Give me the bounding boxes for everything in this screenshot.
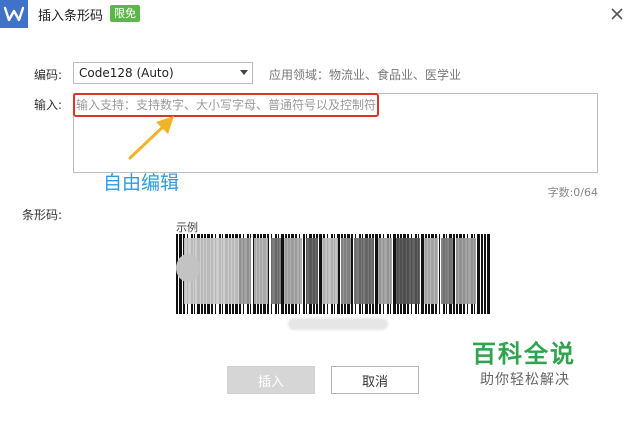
annotation-arrow-icon [128, 116, 174, 160]
char-count: 字数:0/64 [547, 186, 598, 199]
chevron-down-icon [240, 70, 248, 75]
encoding-label: 编码: [34, 68, 63, 82]
sample-label: 示例 [176, 221, 198, 234]
wps-logo-icon [0, 0, 28, 28]
cancel-button[interactable]: 取消 [331, 366, 419, 394]
barcode-label: 条形码: [22, 208, 63, 222]
encoding-select[interactable]: Code128 (Auto) [73, 62, 253, 84]
watermark-title: 百科全说 [472, 340, 576, 368]
barcode-preview [176, 234, 490, 314]
free-badge: 限免 [110, 5, 140, 22]
encoding-hint: 应用领域：物流业、食品业、医学业 [269, 68, 462, 82]
insert-button[interactable]: 插入 [227, 366, 315, 394]
dialog-title: 插入条形码 [38, 9, 104, 24]
annotation-text: 自由编辑 [103, 172, 180, 194]
input-label: 输入: [34, 98, 63, 112]
encoding-selected-value: Code128 (Auto) [79, 66, 174, 80]
watermark-subtitle: 助你轻松解决 [480, 372, 570, 388]
close-icon[interactable] [608, 5, 626, 23]
barcode-image [176, 234, 490, 314]
insert-barcode-dialog: 插入条形码 限免 编码: Code128 (Auto) 应用领域：物流业、食品业… [0, 0, 636, 421]
title-bar: 插入条形码 限免 [0, 0, 636, 30]
barcode-caption-blurred [288, 318, 388, 330]
highlight-box [73, 93, 379, 117]
